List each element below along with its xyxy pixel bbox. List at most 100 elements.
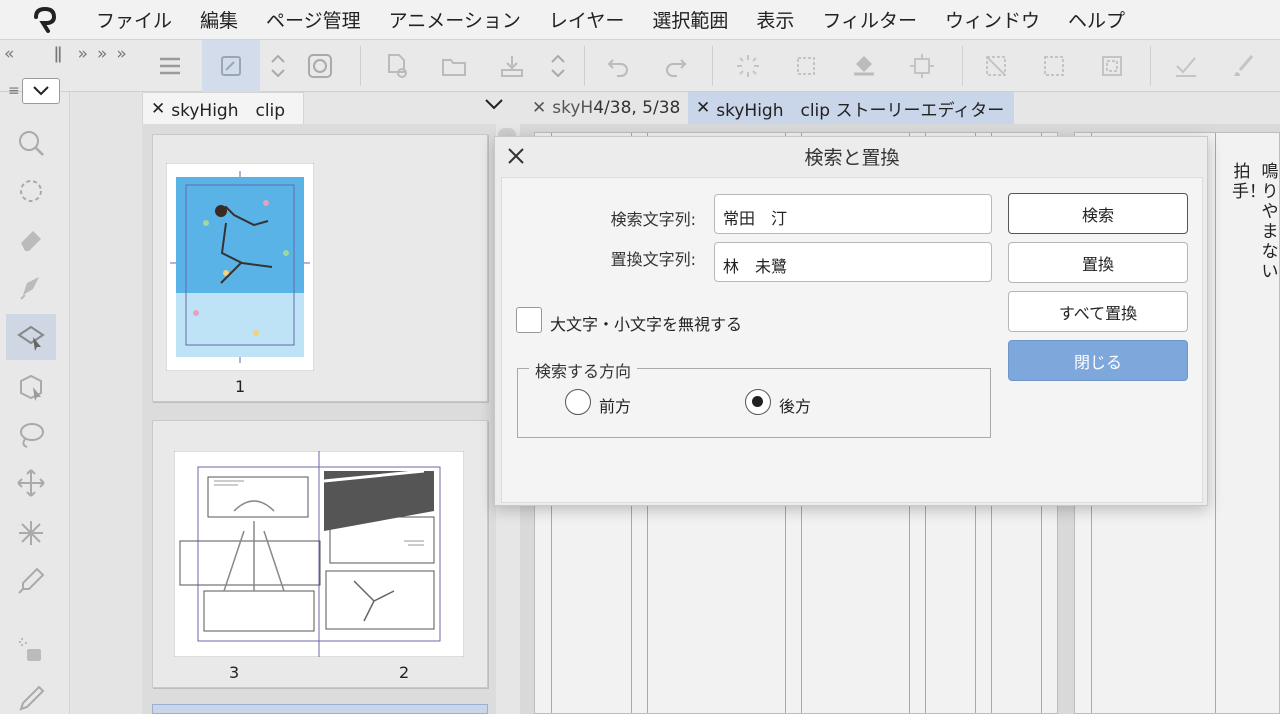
- redo-icon[interactable]: [658, 48, 694, 84]
- tool-palette-header: ≡: [8, 78, 60, 104]
- page-number-right: 2: [399, 663, 410, 682]
- menu-bar: ファイル 編集 ページ管理 アニメーション レイヤー 選択範囲 表示 フィルター…: [0, 0, 1280, 40]
- panel-divider-icon: ǁ: [53, 44, 64, 64]
- close-icon[interactable]: [505, 145, 527, 167]
- separator: [962, 46, 963, 86]
- close-tab-icon[interactable]: ✕: [696, 98, 710, 118]
- close-tab-icon[interactable]: ✕: [151, 99, 165, 119]
- menu-view[interactable]: 表示: [742, 6, 808, 33]
- tab-list-chevron-icon[interactable]: [484, 96, 504, 115]
- invert-selection-icon[interactable]: [1036, 48, 1072, 84]
- brush-icon[interactable]: [1226, 48, 1262, 84]
- direction-legend: 検索する方向: [529, 358, 638, 382]
- search-label: 検索文字列:: [610, 210, 696, 229]
- page-thumbnail-card[interactable]: 1: [152, 134, 488, 402]
- menu-filter[interactable]: フィルター: [808, 6, 931, 33]
- tab-label: skyH: [552, 98, 594, 118]
- rotate-view-icon[interactable]: [6, 168, 56, 214]
- side-gutter: [71, 92, 141, 714]
- tab-page-indicator: 4/38, 5/38: [593, 98, 681, 118]
- transform-icon[interactable]: [904, 48, 940, 84]
- replace-all-button[interactable]: すべて置換: [1008, 291, 1188, 332]
- page-number-left: 3: [229, 663, 240, 682]
- deselect-icon[interactable]: [978, 48, 1014, 84]
- direction-backward-radio[interactable]: [745, 389, 771, 415]
- separator: [1150, 46, 1151, 86]
- undo-icon[interactable]: [600, 48, 636, 84]
- direction-forward-radio[interactable]: [565, 389, 591, 415]
- spiral-app-icon[interactable]: [302, 48, 338, 84]
- search-replace-dialog: 検索と置換 検索文字列: 常田 汀 置換文字列: 林 未鷺 検索 置換 すべて置…: [494, 136, 1208, 506]
- object-select-icon[interactable]: [6, 314, 56, 360]
- menu-file[interactable]: ファイル: [82, 6, 186, 33]
- app-logo-icon[interactable]: [30, 5, 60, 35]
- tab-page-manager[interactable]: ✕ skyHigh clip: [142, 92, 304, 124]
- 3d-select-icon[interactable]: [6, 364, 56, 410]
- loading-spinner-icon[interactable]: [730, 48, 766, 84]
- tool-palette: ≡: [0, 78, 70, 714]
- replace-input[interactable]: 林 未鷺: [714, 242, 992, 282]
- select-all-icon[interactable]: [788, 48, 824, 84]
- dialog-title: 検索と置換: [804, 146, 900, 169]
- menu-help[interactable]: ヘルプ: [1054, 6, 1139, 33]
- menu-layer[interactable]: レイヤー: [535, 6, 638, 33]
- expand-right-icon[interactable]: »: [97, 44, 108, 64]
- separator: [360, 46, 361, 86]
- page-thumbnail-image: [166, 163, 314, 371]
- separator: [712, 46, 713, 86]
- replace-label: 置換文字列:: [610, 250, 696, 269]
- dialog-body: 検索文字列: 常田 汀 置換文字列: 林 未鷺 検索 置換 すべて置換 閉じる …: [501, 177, 1203, 503]
- tab-label: skyHigh clip ストーリーエディター: [716, 100, 1005, 121]
- eraser-icon[interactable]: [6, 216, 56, 262]
- page-settings-icon[interactable]: [202, 40, 260, 92]
- search-input[interactable]: 常田 汀: [714, 194, 992, 234]
- tool-palette-dropdown[interactable]: [21, 78, 60, 104]
- page-thumbnail-card-next[interactable]: [152, 704, 488, 714]
- open-folder-icon[interactable]: [436, 48, 472, 84]
- menu-lines-icon[interactable]: ≡: [8, 83, 20, 99]
- ignore-case-label[interactable]: 大文字・小文字を無視する: [550, 311, 742, 335]
- tab-label: skyHigh clip: [171, 101, 286, 121]
- hamburger-menu-icon[interactable]: [152, 48, 188, 84]
- collapse-left-icon[interactable]: «: [4, 44, 15, 64]
- vertical-text-line[interactable]: 鳴りやまない: [1260, 162, 1280, 282]
- menu-edit[interactable]: 編集: [186, 6, 252, 33]
- save-icon[interactable]: [494, 48, 530, 84]
- separator: [584, 46, 585, 86]
- selection-border-icon[interactable]: [1094, 48, 1130, 84]
- menu-selection[interactable]: 選択範囲: [638, 6, 742, 33]
- chevron-updown-icon[interactable]: [540, 48, 576, 84]
- zoom-tool-icon[interactable]: [6, 120, 56, 166]
- direction-forward-label[interactable]: 前方: [599, 393, 631, 417]
- expand-right-icon[interactable]: »: [78, 44, 89, 64]
- airbrush-icon[interactable]: [6, 626, 56, 672]
- page-spread-card[interactable]: 3 2: [152, 420, 488, 688]
- eyedropper-icon[interactable]: [6, 558, 56, 604]
- pen-icon[interactable]: [6, 676, 56, 714]
- marker-icon[interactable]: [6, 264, 56, 310]
- move-icon[interactable]: [6, 460, 56, 506]
- replace-button[interactable]: 置換: [1008, 242, 1188, 283]
- ignore-case-checkbox[interactable]: [516, 307, 542, 333]
- expand-right-icon[interactable]: »: [116, 44, 127, 64]
- fill-bucket-icon[interactable]: [846, 48, 882, 84]
- search-button[interactable]: 検索: [1008, 193, 1188, 234]
- page-number: 1: [235, 377, 246, 396]
- close-tab-icon[interactable]: ✕: [532, 98, 546, 118]
- page-spread-image: [174, 451, 464, 657]
- new-file-icon[interactable]: [378, 48, 414, 84]
- menu-window[interactable]: ウィンドウ: [931, 6, 1054, 33]
- chevron-updown-icon[interactable]: [260, 48, 296, 84]
- close-button[interactable]: 閉じる: [1008, 340, 1188, 381]
- panel-collapse-controls[interactable]: « ǁ » » »: [4, 44, 136, 64]
- command-bar: « ǁ » » »: [0, 40, 1280, 92]
- auto-select-icon[interactable]: [6, 510, 56, 556]
- direction-backward-label[interactable]: 後方: [779, 393, 811, 417]
- tab-page-view[interactable]: ✕ skyH 4/38, 5/38: [522, 92, 690, 124]
- menu-page-management[interactable]: ページ管理: [252, 6, 375, 33]
- tab-story-editor[interactable]: ✕ skyHigh clip ストーリーエディター: [688, 92, 1014, 124]
- lasso-icon[interactable]: [6, 412, 56, 458]
- menu-animation[interactable]: アニメーション: [375, 6, 535, 33]
- check-pen-icon[interactable]: [1168, 48, 1204, 84]
- vertical-text-line[interactable]: 拍手！: [1232, 162, 1266, 202]
